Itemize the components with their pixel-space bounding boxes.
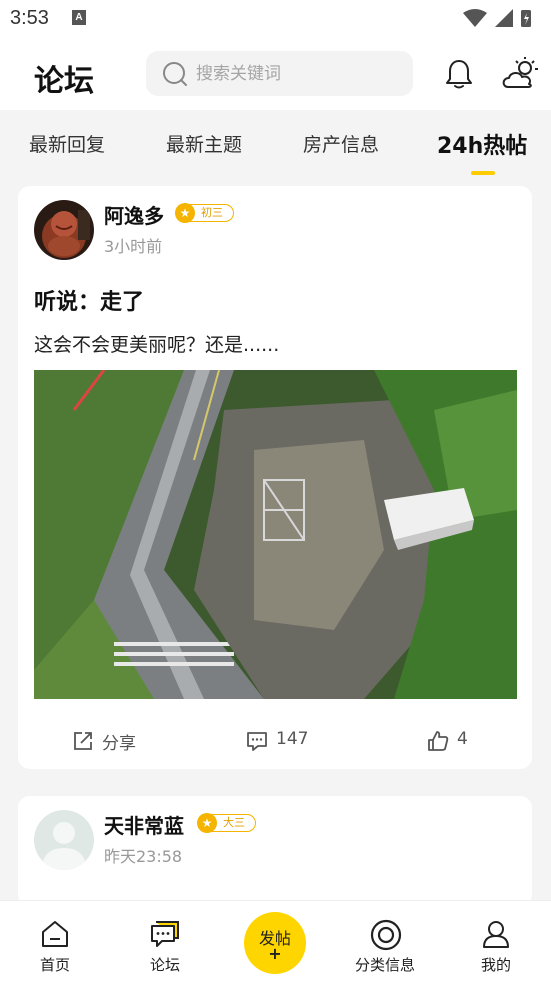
home-icon xyxy=(42,921,68,947)
weather-icon[interactable] xyxy=(500,56,542,90)
page-title: 论坛 xyxy=(34,64,94,99)
tab-24h-hot[interactable]: 24h热帖 xyxy=(437,128,527,160)
nav-forum[interactable]: 论坛 xyxy=(125,901,205,981)
status-time: 3:53 xyxy=(10,7,49,29)
nav-category[interactable]: 分类信息 xyxy=(345,901,425,981)
comment-icon xyxy=(247,732,267,751)
comment-count: 147 xyxy=(276,729,309,749)
author-name[interactable]: 阿逸多 xyxy=(104,200,164,229)
nav-home[interactable]: 首页 xyxy=(15,901,95,981)
post-title[interactable]: 听说：走了 xyxy=(34,284,144,316)
bottom-navigation: 首页 论坛 发帖 + 分类信息 我的 xyxy=(0,900,551,981)
nav-label: 我的 xyxy=(480,956,511,974)
thumbs-up-icon xyxy=(428,731,449,751)
search-input[interactable] xyxy=(196,51,396,96)
category-icon xyxy=(370,919,402,951)
search-icon xyxy=(163,62,187,86)
forum-icon xyxy=(151,921,179,947)
user-icon xyxy=(483,921,509,948)
active-tab-indicator xyxy=(471,171,495,175)
nav-label: 首页 xyxy=(39,956,70,974)
level-badge: ★ 初三 xyxy=(175,203,234,223)
post-card[interactable]: 天非常蓝 ★ 大三 昨天23:58 xyxy=(18,796,532,906)
new-post-button[interactable]: 发帖 + xyxy=(244,912,306,974)
level-label: 大三 xyxy=(223,816,245,829)
post-time: 昨天23:58 xyxy=(104,847,183,866)
avatar[interactable] xyxy=(34,200,94,260)
share-icon xyxy=(74,732,92,750)
post-card[interactable]: 阿逸多 ★ 初三 3小时前 听说：走了 这会不会更美丽呢？还是...... 分享… xyxy=(18,186,532,769)
star-icon: ★ xyxy=(175,203,195,223)
wifi-icon xyxy=(463,9,487,27)
system-status-icons xyxy=(463,9,531,27)
tab-latest-replies[interactable]: 最新回复 xyxy=(29,130,105,157)
bell-icon[interactable] xyxy=(444,58,474,90)
search-bar[interactable] xyxy=(146,51,413,96)
nav-profile[interactable]: 我的 xyxy=(456,901,536,981)
plus-icon: + xyxy=(268,944,282,963)
post-image[interactable] xyxy=(34,370,517,699)
post-excerpt[interactable]: 这会不会更美丽呢？还是...... xyxy=(34,330,279,357)
tab-latest-topics[interactable]: 最新主题 xyxy=(166,130,242,157)
notification-icon: A xyxy=(72,10,86,25)
like-count: 4 xyxy=(457,729,468,749)
signal-icon xyxy=(495,9,513,27)
forum-tabs: 最新回复 最新主题 房产信息 24h热帖 xyxy=(0,110,551,176)
level-label: 初三 xyxy=(201,206,223,219)
app-header: 论坛 xyxy=(0,36,551,110)
status-bar: 3:53 A xyxy=(0,0,551,36)
tab-real-estate[interactable]: 房产信息 xyxy=(303,130,379,157)
nav-label: 论坛 xyxy=(149,956,180,974)
share-label: 分享 xyxy=(102,734,136,754)
author-name[interactable]: 天非常蓝 xyxy=(104,810,184,839)
level-badge: ★ 大三 xyxy=(197,813,256,833)
post-time: 3小时前 xyxy=(104,237,163,256)
nav-label: 分类信息 xyxy=(354,956,415,974)
star-icon: ★ xyxy=(197,813,217,833)
avatar[interactable] xyxy=(34,810,94,870)
